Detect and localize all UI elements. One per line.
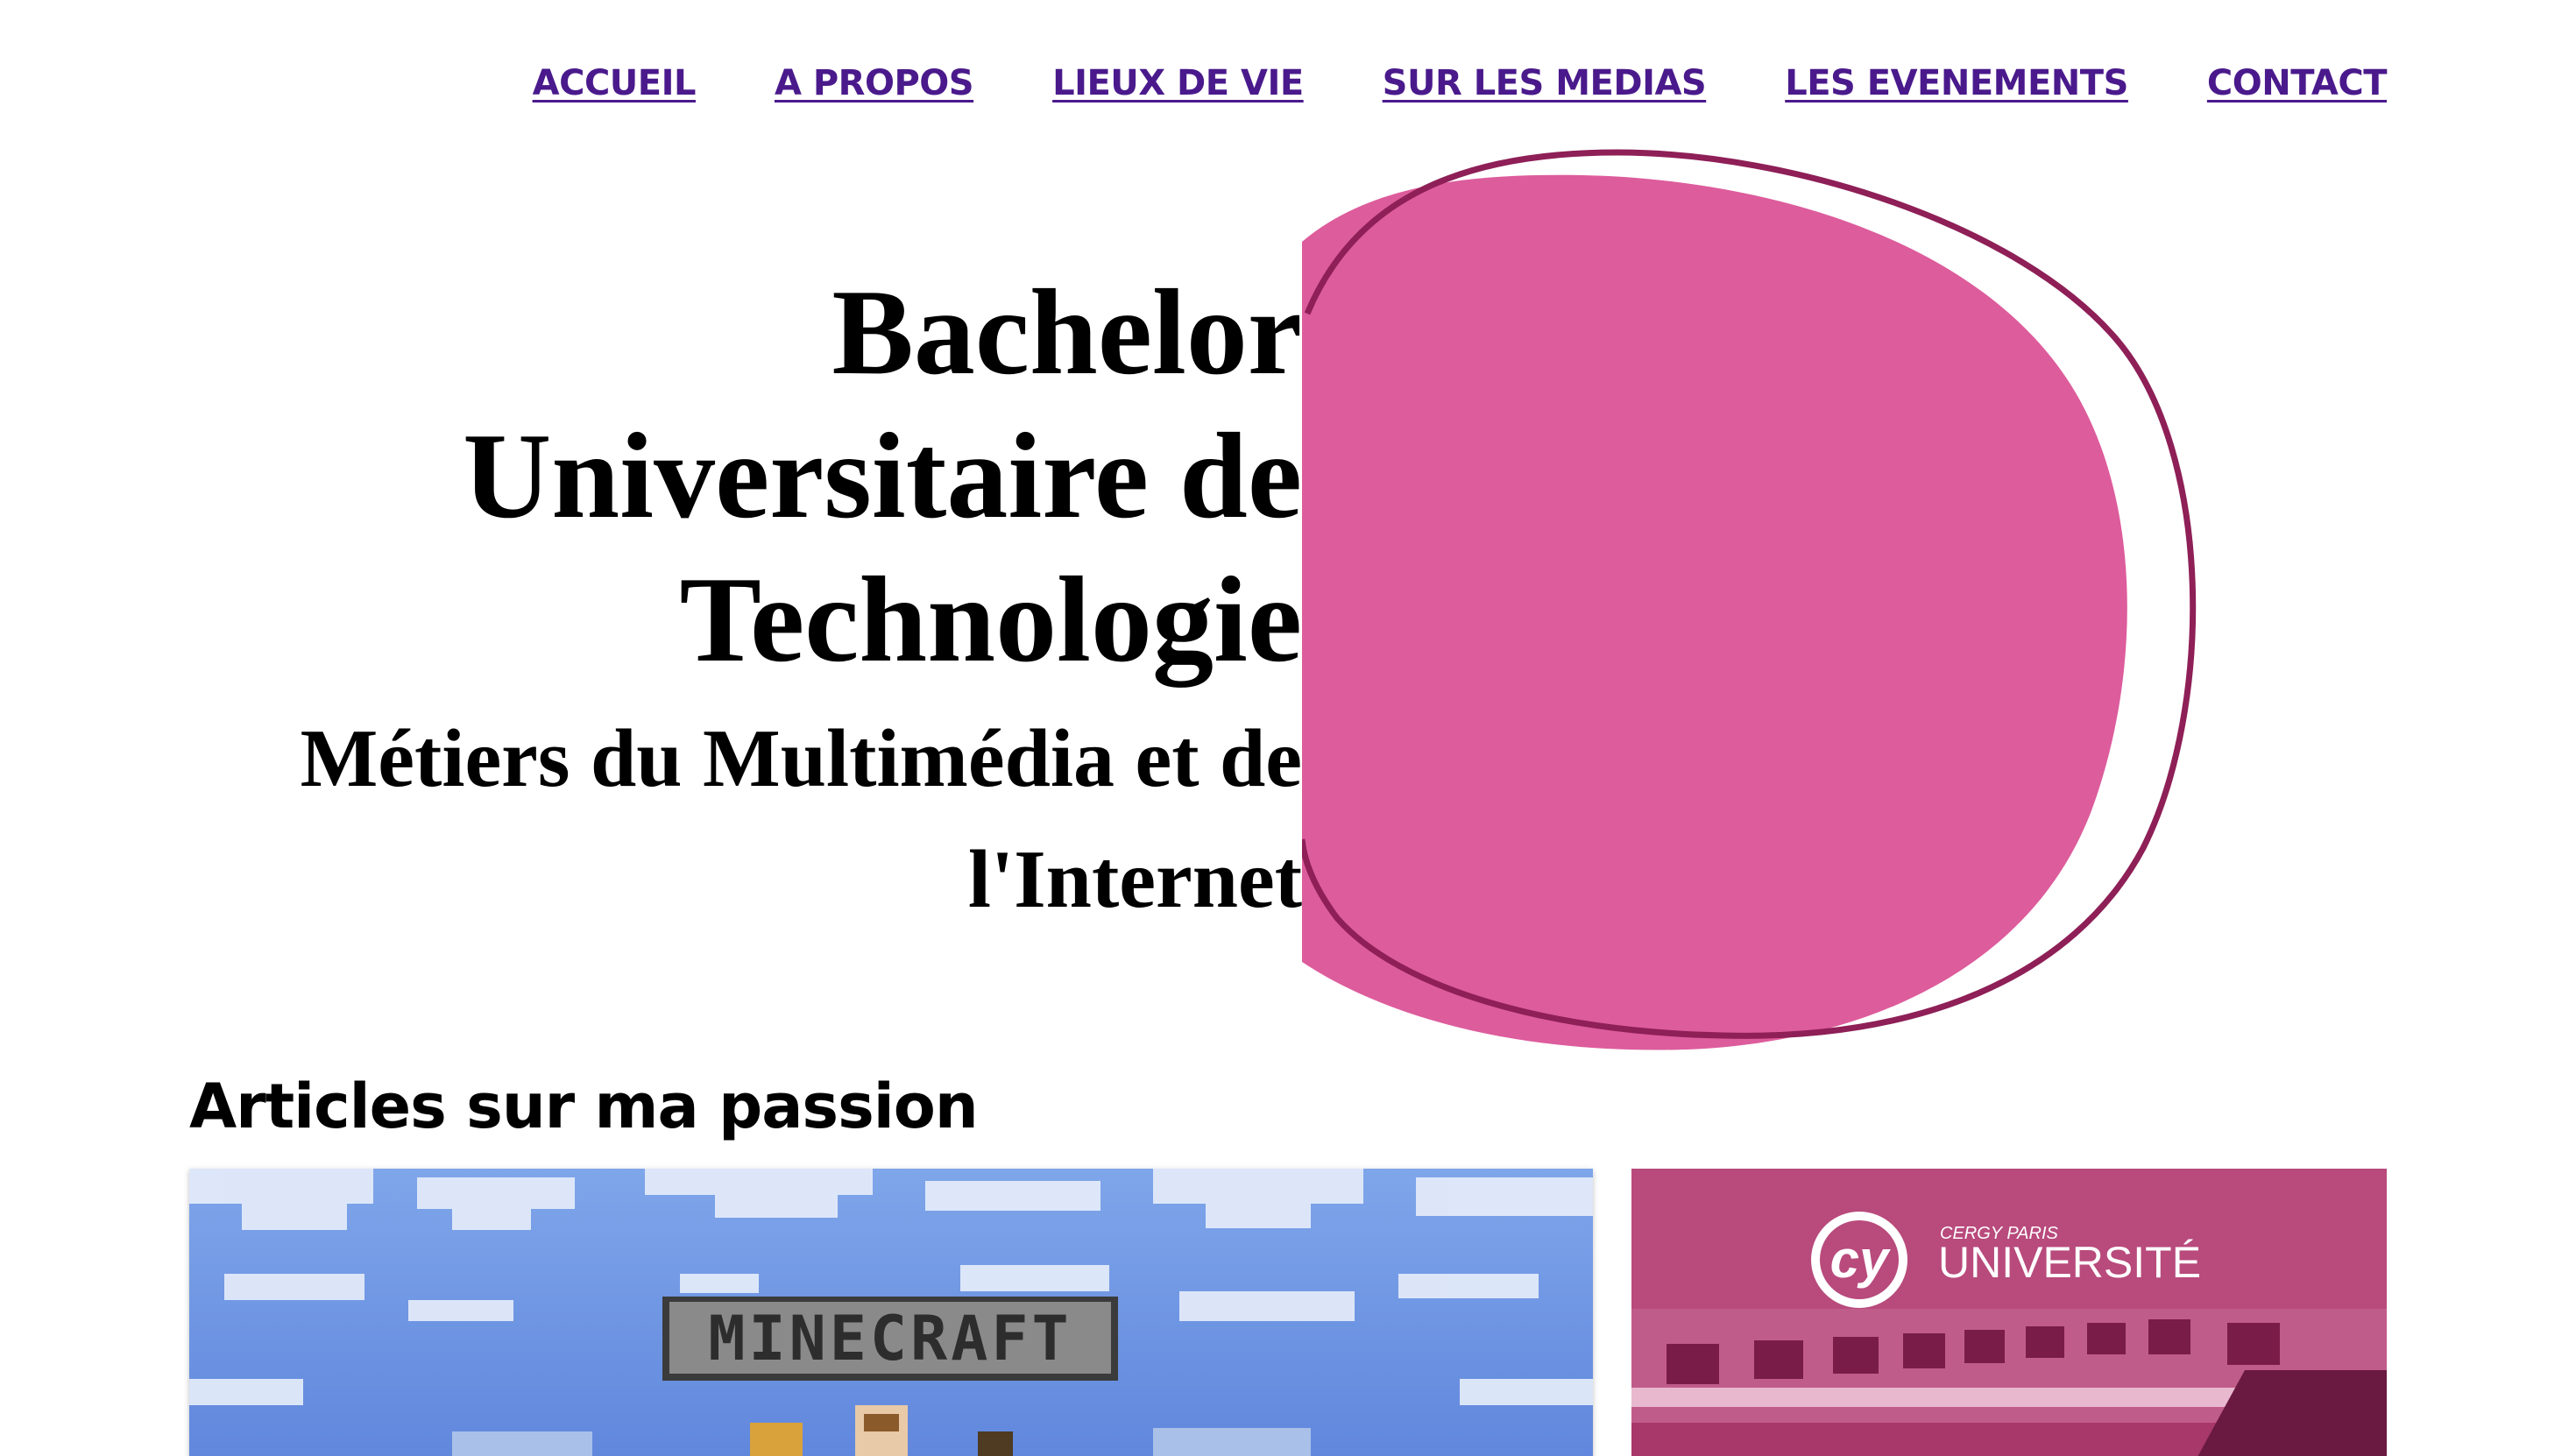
minecraft-logo: MINECRAFT	[662, 1297, 1118, 1381]
svg-text:MINECRAFT: MINECRAFT	[708, 1303, 1072, 1375]
cy-universite-card[interactable]: cy CERGY PARIS UNIVERSITÉ	[1631, 1169, 2387, 1456]
hero-subtitle-line1: Métiers du Multimédia et de	[300, 713, 1302, 804]
nav-les-evenements[interactable]: LES EVENEMENTS	[1785, 63, 2128, 103]
articles-heading: Articles sur ma passion	[189, 1071, 979, 1142]
hero-heading: Bachelor Universitaire de Technologie Mé…	[301, 261, 1302, 934]
nav-accueil[interactable]: ACCUEIL	[533, 63, 697, 103]
hero-blob-shape	[1302, 149, 2197, 1050]
svg-text:UNIVERSITÉ: UNIVERSITÉ	[1938, 1238, 2201, 1287]
hero-title-line3: Technologie	[679, 552, 1302, 688]
hero-title-line1: Bachelor	[832, 265, 1302, 400]
nav-a-propos[interactable]: A PROPOS	[775, 63, 974, 103]
svg-text:cy: cy	[1830, 1230, 1891, 1289]
minecraft-image: MINECRAFT	[189, 1169, 1593, 1456]
main-nav: ACCUEIL A PROPOS LIEUX DE VIE SUR LES ME…	[454, 63, 2388, 103]
nav-contact[interactable]: CONTACT	[2207, 63, 2388, 103]
hero-title-line2: Universitaire de	[463, 408, 1302, 544]
hero-subtitle-line2: l'Internet	[967, 834, 1302, 925]
nav-lieux-de-vie[interactable]: LIEUX DE VIE	[1052, 63, 1304, 103]
minecraft-card[interactable]: MINECRAFT	[189, 1169, 1593, 1456]
classroom-scene	[1631, 1309, 2387, 1456]
cy-universite-image: cy CERGY PARIS UNIVERSITÉ	[1631, 1169, 2387, 1456]
hero-blob-fill	[1302, 174, 2127, 1050]
nav-sur-les-medias[interactable]: SUR LES MEDIAS	[1383, 63, 1707, 103]
